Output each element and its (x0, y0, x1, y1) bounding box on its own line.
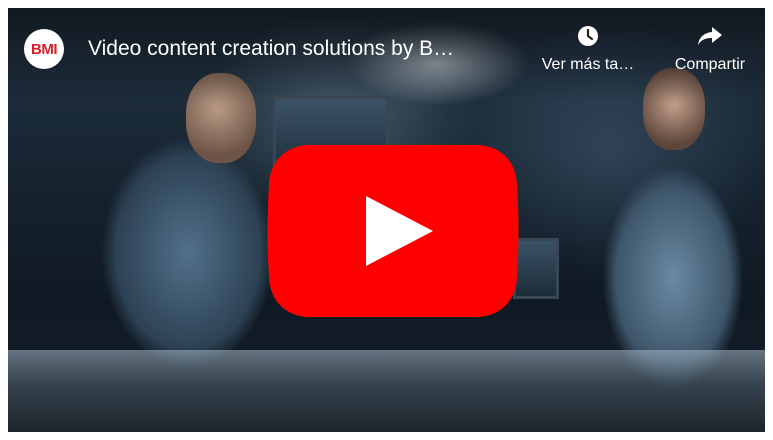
video-player[interactable]: BMI Video content creation solutions by … (8, 8, 765, 432)
video-title[interactable]: Video content creation solutions by B… (88, 36, 518, 62)
share-arrow-icon (698, 27, 722, 45)
clock-icon (578, 26, 598, 46)
watch-later-label: Ver más ta… (541, 56, 635, 73)
channel-logo[interactable]: BMI (24, 29, 64, 69)
channel-logo-text: BMI (31, 40, 58, 58)
title-bar: BMI Video content creation solutions by … (8, 8, 765, 94)
share-button[interactable]: Compartir (662, 24, 758, 74)
share-label: Compartir (674, 56, 746, 73)
watch-later-button[interactable]: Ver más ta… (538, 24, 638, 74)
youtube-play-icon[interactable] (266, 143, 520, 319)
